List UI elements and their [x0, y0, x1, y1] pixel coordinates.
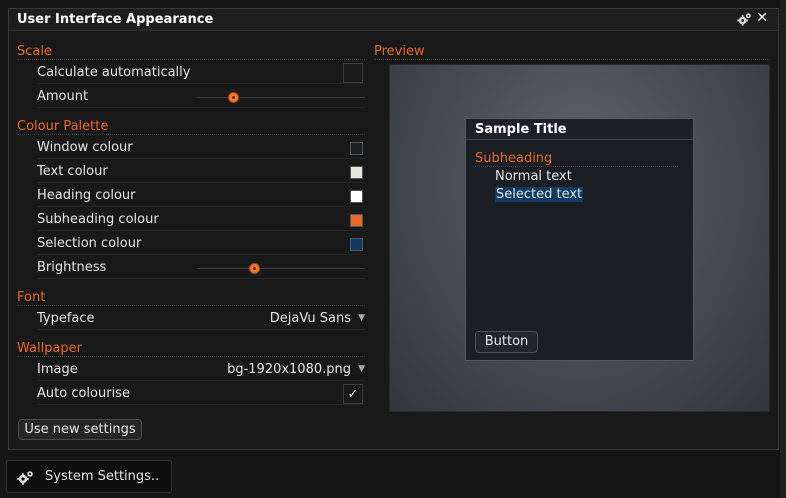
- section-heading-font: Font: [17, 290, 365, 306]
- row-label: Text colour: [37, 164, 108, 179]
- preview-area: Sample Title Subheading Normal text Sele…: [389, 64, 770, 412]
- appearance-window: User Interface Appearance ✕ Scale Calcul…: [8, 8, 779, 450]
- gear-icon[interactable]: [737, 12, 752, 27]
- section-heading-colour-palette: Colour Palette: [17, 119, 365, 135]
- sample-normal-text: Normal text: [495, 169, 572, 184]
- sample-subheading: Subheading: [475, 151, 678, 167]
- row-brightness: Brightness: [37, 257, 365, 279]
- row-label: Window colour: [37, 140, 133, 155]
- chevron-down-icon[interactable]: ▼: [358, 313, 365, 323]
- row-label: Calculate automatically: [37, 65, 191, 80]
- row-typeface[interactable]: Typeface DejaVu Sans ▼: [37, 308, 365, 330]
- brightness-slider-track[interactable]: [197, 268, 365, 269]
- amount-slider-track[interactable]: [197, 97, 365, 98]
- row-amount: Amount: [37, 86, 365, 108]
- system-settings-label: System Settings..: [45, 469, 160, 484]
- window-title: User Interface Appearance: [17, 12, 214, 27]
- row-auto-colourise: Auto colourise ✓: [37, 383, 365, 405]
- auto-colourise-checkbox[interactable]: ✓: [343, 384, 363, 404]
- row-label: Subheading colour: [37, 212, 159, 227]
- row-label: Auto colourise: [37, 386, 130, 401]
- close-icon[interactable]: ✕: [756, 10, 768, 26]
- row-label: Brightness: [37, 260, 107, 275]
- system-settings-taskbar-button[interactable]: System Settings..: [6, 460, 172, 493]
- row-text-colour: Text colour: [37, 161, 365, 183]
- section-heading-wallpaper: Wallpaper: [17, 341, 365, 357]
- titlebar[interactable]: User Interface Appearance ✕: [9, 9, 778, 31]
- text-colour-swatch[interactable]: [350, 166, 363, 179]
- heading-colour-swatch[interactable]: [350, 190, 363, 203]
- image-select-value[interactable]: bg-1920x1080.png: [227, 362, 351, 377]
- selection-colour-swatch[interactable]: [350, 238, 363, 251]
- row-heading-colour: Heading colour: [37, 185, 365, 207]
- row-label: Typeface: [37, 311, 95, 326]
- section-heading-scale: Scale: [17, 44, 365, 60]
- sample-title: Sample Title: [475, 122, 567, 137]
- sample-button: Button: [475, 331, 538, 353]
- chevron-down-icon[interactable]: ▼: [358, 364, 365, 374]
- row-label: Selection colour: [37, 236, 142, 251]
- use-new-settings-button[interactable]: Use new settings: [18, 419, 142, 440]
- row-window-colour: Window colour: [37, 137, 365, 159]
- row-label: Amount: [37, 89, 89, 104]
- row-label: Heading colour: [37, 188, 136, 203]
- amount-slider-knob[interactable]: [228, 92, 240, 103]
- typeface-select-value[interactable]: DejaVu Sans: [270, 311, 351, 326]
- row-calculate-automatically: Calculate automatically: [37, 62, 365, 84]
- row-label: Image: [37, 362, 78, 377]
- gear-icon: [17, 471, 33, 485]
- row-image[interactable]: Image bg-1920x1080.png ▼: [37, 359, 365, 381]
- subheading-colour-swatch[interactable]: [350, 214, 363, 227]
- section-heading-preview: Preview: [374, 44, 770, 60]
- brightness-slider-knob[interactable]: [248, 263, 260, 274]
- background-window-edge: [780, 0, 786, 498]
- row-subheading-colour: Subheading colour: [37, 209, 365, 231]
- window-colour-swatch[interactable]: [350, 142, 363, 155]
- sample-selected-text: Selected text: [495, 187, 584, 202]
- sample-titlebar: Sample Title: [466, 119, 693, 140]
- calculate-automatically-checkbox[interactable]: [343, 63, 363, 83]
- sample-window: Sample Title Subheading Normal text Sele…: [465, 118, 694, 361]
- row-selection-colour: Selection colour: [37, 233, 365, 255]
